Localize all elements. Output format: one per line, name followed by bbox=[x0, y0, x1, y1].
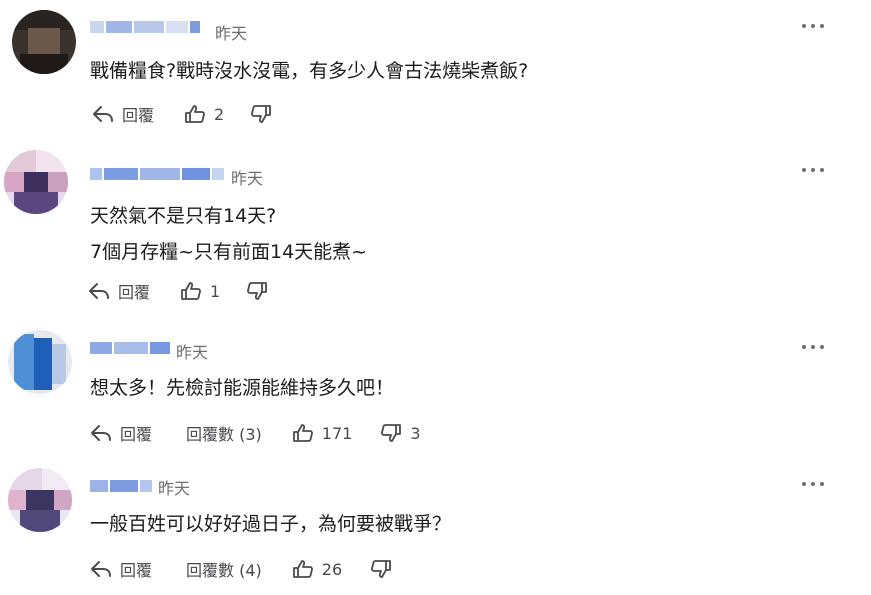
username[interactable] bbox=[90, 339, 170, 357]
more-options-button[interactable] bbox=[802, 477, 824, 491]
comment-line: 天然氣不是只有14天? bbox=[90, 205, 277, 227]
thumbs-down-icon bbox=[251, 105, 272, 123]
reply-button[interactable]: 回覆 bbox=[88, 279, 150, 303]
like-count: 26 bbox=[321, 559, 343, 579]
reply-arrow-icon bbox=[93, 106, 113, 122]
comment-line: 7個月存糧~只有前面14天能煮~ bbox=[90, 241, 368, 263]
comment-actions: 回覆 回覆數 (4) 26 bbox=[90, 557, 392, 581]
comment-line: 想太多！先檢討能源能維持多久吧！ bbox=[90, 377, 395, 399]
comment-text: 想太多！先檢討能源能維持多久吧！ bbox=[90, 370, 394, 406]
thumbs-up-icon bbox=[292, 560, 313, 578]
like-count: 1 bbox=[210, 281, 221, 301]
dislike-button[interactable] bbox=[246, 281, 268, 301]
replies-count-label: 回覆數 (4) bbox=[186, 561, 262, 580]
reply-label: 回覆 bbox=[122, 106, 155, 125]
thumbs-down-icon bbox=[371, 560, 392, 578]
comment-line: 一般百姓可以好好過日子，為何要被戰爭？ bbox=[90, 513, 452, 535]
comment-line: 戰備糧食?戰時沒水沒電，有多少人會古法燒柴煮飯? bbox=[90, 60, 529, 82]
like-button[interactable]: 1 bbox=[180, 281, 220, 301]
thumbs-down-icon bbox=[247, 282, 268, 300]
reply-button[interactable]: 回覆 bbox=[92, 102, 154, 126]
dislike-count: 3 bbox=[410, 423, 421, 443]
reply-arrow-icon bbox=[91, 561, 111, 577]
like-button[interactable]: 26 bbox=[292, 559, 342, 579]
avatar[interactable] bbox=[8, 330, 72, 394]
comment-actions: 回覆 2 bbox=[92, 102, 272, 126]
more-options-button[interactable] bbox=[802, 19, 824, 33]
thumbs-up-icon bbox=[292, 424, 313, 442]
like-button[interactable]: 2 bbox=[184, 104, 224, 124]
view-replies-button[interactable]: 回覆數 (4) bbox=[186, 557, 262, 581]
reply-label: 回覆 bbox=[120, 561, 153, 580]
reply-arrow-icon bbox=[89, 283, 109, 299]
replies-count-label: 回覆數 (3) bbox=[186, 425, 262, 444]
like-count: 2 bbox=[214, 104, 225, 124]
timestamp: 昨天 bbox=[158, 479, 191, 498]
thumbs-down-icon bbox=[381, 424, 402, 442]
timestamp: 昨天 bbox=[231, 169, 264, 188]
more-options-button[interactable] bbox=[802, 163, 824, 177]
like-count: 171 bbox=[321, 423, 353, 443]
timestamp: 昨天 bbox=[215, 24, 248, 43]
comment-text: 一般百姓可以好好過日子，為何要被戰爭？ bbox=[90, 506, 451, 542]
reply-button[interactable]: 回覆 bbox=[90, 421, 152, 445]
timestamp: 昨天 bbox=[176, 343, 209, 362]
comment-text: 天然氣不是只有14天? 7個月存糧~只有前面14天能煮~ bbox=[90, 198, 367, 270]
reply-label: 回覆 bbox=[118, 283, 151, 302]
dislike-button[interactable] bbox=[250, 104, 272, 124]
view-replies-button[interactable]: 回覆數 (3) bbox=[186, 421, 262, 445]
comment-actions: 回覆 1 bbox=[88, 279, 268, 303]
thumbs-up-icon bbox=[185, 105, 205, 123]
reply-arrow-icon bbox=[91, 425, 111, 441]
reply-button[interactable]: 回覆 bbox=[90, 557, 152, 581]
username[interactable] bbox=[90, 18, 200, 36]
thumbs-up-icon bbox=[181, 282, 201, 300]
avatar[interactable] bbox=[8, 468, 72, 532]
avatar[interactable] bbox=[4, 150, 68, 214]
reply-label: 回覆 bbox=[120, 425, 153, 444]
dislike-button[interactable] bbox=[370, 559, 392, 579]
more-options-button[interactable] bbox=[802, 340, 824, 354]
like-button[interactable]: 171 bbox=[292, 423, 353, 443]
username[interactable] bbox=[90, 165, 224, 183]
comment-text: 戰備糧食?戰時沒水沒電，有多少人會古法燒柴煮飯? bbox=[90, 53, 528, 89]
dislike-button[interactable]: 3 bbox=[380, 423, 421, 443]
comment-actions: 回覆 回覆數 (3) 171 3 bbox=[90, 421, 421, 445]
avatar[interactable] bbox=[12, 10, 76, 74]
username[interactable] bbox=[90, 477, 152, 495]
